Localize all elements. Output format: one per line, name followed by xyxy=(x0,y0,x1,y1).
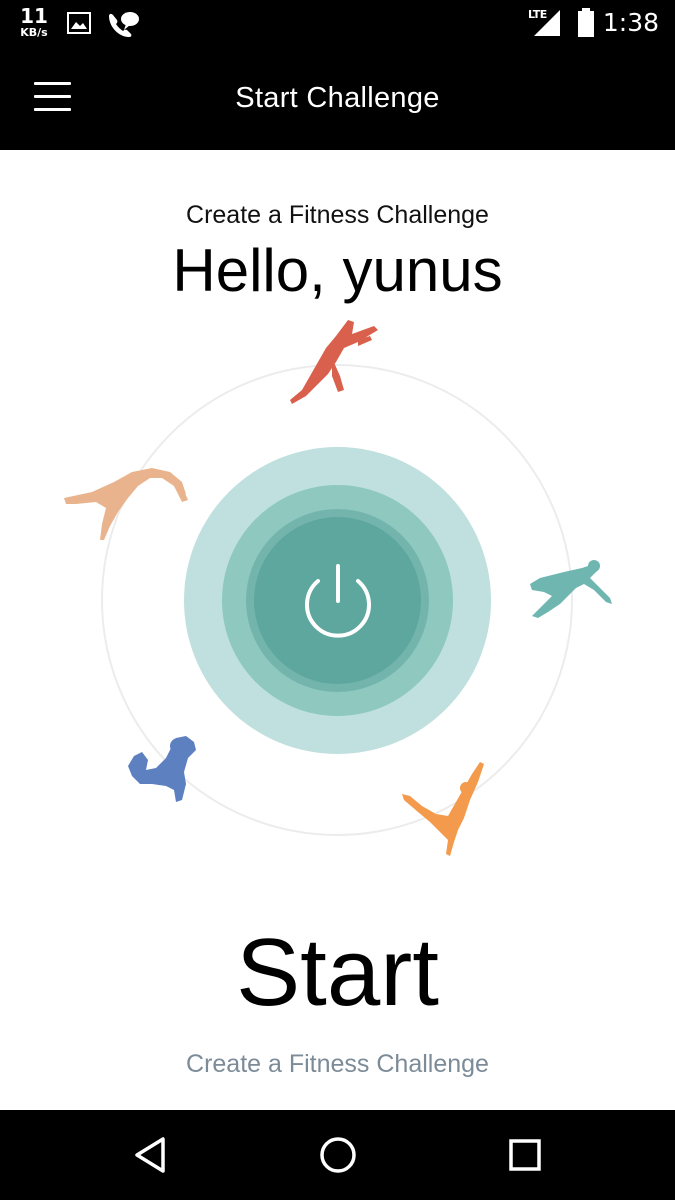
signal-icon xyxy=(534,10,560,36)
system-nav-bar xyxy=(0,1110,675,1200)
battery-icon xyxy=(578,8,594,37)
backbend-figure xyxy=(64,468,188,540)
status-time: 1:38 xyxy=(602,8,659,37)
app-screen: 11 KB/s LTE 1:38 Start Challenge Create … xyxy=(0,0,675,1200)
network-speed-unit: KB/s xyxy=(20,26,48,39)
power-button[interactable] xyxy=(254,517,421,684)
lunge-figure xyxy=(530,560,612,618)
image-icon xyxy=(67,12,91,34)
yoga-stretch-figure xyxy=(290,320,378,404)
start-caption: Create a Fitness Challenge xyxy=(186,1050,489,1078)
network-speed-value: 11 xyxy=(20,4,48,28)
recents-square-icon[interactable] xyxy=(505,1135,545,1175)
crouch-figure xyxy=(128,736,196,802)
app-title: Start Challenge xyxy=(235,82,440,114)
greeting-heading: Hello, yunus xyxy=(172,237,503,304)
status-bar: 11 KB/s LTE 1:38 xyxy=(0,0,675,48)
jump-figure xyxy=(402,762,484,856)
home-circle-icon[interactable] xyxy=(318,1135,358,1175)
chat-icon xyxy=(109,12,139,37)
app-bar: Start Challenge xyxy=(0,48,675,150)
power-icon xyxy=(305,564,371,638)
network-speed-indicator: 11 KB/s xyxy=(16,6,52,38)
start-button[interactable]: Start xyxy=(0,918,675,1028)
back-triangle-icon[interactable] xyxy=(132,1135,172,1175)
page-subtitle: Create a Fitness Challenge xyxy=(186,201,489,229)
